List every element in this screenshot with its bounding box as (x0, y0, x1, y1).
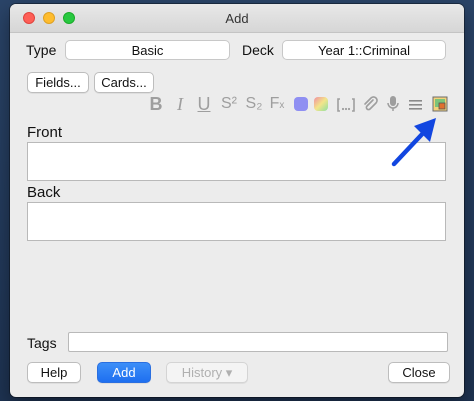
record-audio-button[interactable] (383, 93, 403, 115)
tags-label: Tags (27, 335, 57, 351)
menu-icon (409, 100, 422, 110)
note-type-selector[interactable]: Basic (65, 40, 230, 60)
deck-selector[interactable]: Year 1::Criminal (282, 40, 446, 60)
italic-button[interactable]: I (170, 93, 190, 115)
cloze-icon (337, 98, 355, 112)
deck-label: Deck (242, 42, 274, 58)
tags-input[interactable] (68, 332, 448, 352)
microphone-icon (387, 96, 399, 111)
annotation-arrow-icon (391, 118, 436, 167)
back-field[interactable] (27, 202, 446, 241)
text-color-button[interactable] (292, 93, 310, 115)
image-occlusion-button[interactable] (430, 93, 450, 115)
superscript-button[interactable]: S² (217, 93, 241, 115)
close-button[interactable]: Close (388, 362, 450, 383)
front-label: Front (27, 124, 63, 141)
help-button[interactable]: Help (27, 362, 81, 383)
history-button[interactable]: History ▾ (166, 362, 248, 383)
text-color-icon (294, 97, 308, 111)
cards-button[interactable]: Cards... (94, 72, 154, 93)
fields-button[interactable]: Fields... (27, 72, 89, 93)
highlight-color-button[interactable] (312, 93, 330, 115)
bold-button[interactable]: B (146, 93, 166, 115)
title-bar: Add (10, 4, 464, 33)
underline-button[interactable]: U (194, 93, 214, 115)
cloze-button[interactable] (335, 93, 357, 115)
image-occlusion-icon (432, 96, 448, 112)
window-title: Add (225, 11, 249, 26)
add-button[interactable]: Add (97, 362, 151, 383)
clear-format-button[interactable]: Fx (267, 93, 287, 115)
front-field[interactable] (27, 142, 446, 181)
add-window: Add Type Basic Deck Year 1::Criminal Fie… (10, 4, 464, 397)
clear-format-icon: F (269, 95, 280, 112)
back-label: Back (27, 184, 61, 201)
attach-button[interactable] (360, 93, 380, 115)
paperclip-icon (364, 96, 378, 111)
subscript-button[interactable]: S₂ (242, 93, 266, 115)
more-options-button[interactable] (406, 93, 426, 115)
highlight-color-icon (314, 97, 328, 111)
type-label: Type (26, 42, 57, 58)
